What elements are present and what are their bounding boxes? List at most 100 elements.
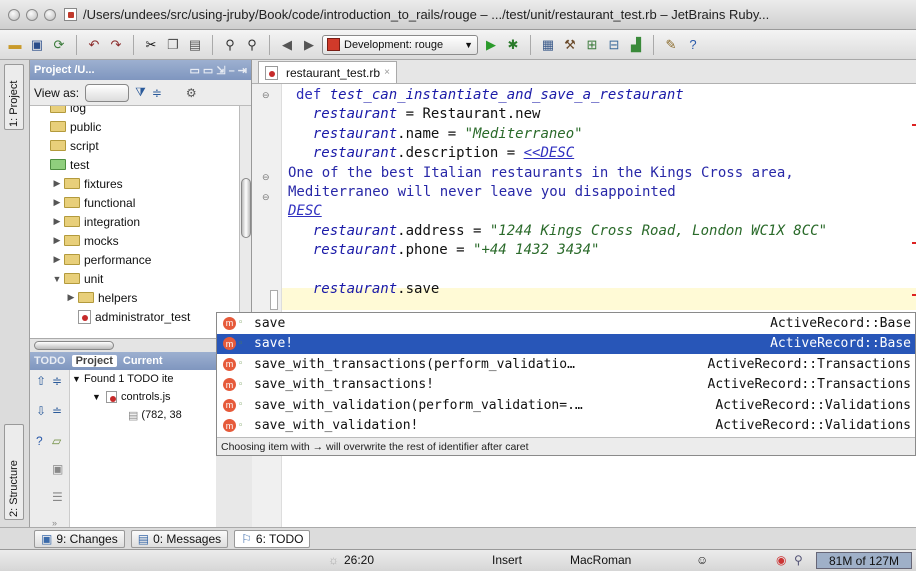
close-window-button[interactable]	[8, 8, 20, 21]
completion-item[interactable]: m ◦ save_with_transactions! ActiveRecord::T…	[217, 375, 915, 396]
undo-icon[interactable]: ↶	[85, 36, 103, 54]
fold-marker-icon[interactable]: ⊖	[262, 172, 270, 183]
previous-todo-icon[interactable]: ⇧	[36, 374, 46, 388]
code-line[interactable]	[288, 261, 827, 280]
inspector-icon[interactable]: ☺	[696, 553, 708, 567]
code-line[interactable]: Mediterraneo will never leave you disapp…	[288, 183, 827, 202]
bottom-tab[interactable]: ⚐ 6: TODO	[234, 529, 311, 548]
chevron-down-icon[interactable]: ▼	[50, 274, 64, 284]
settings-gear-icon[interactable]: ⚙	[186, 86, 197, 100]
code-line[interactable]: restaurant.description = <<DESC	[288, 144, 827, 163]
run-icon[interactable]: ▶	[482, 36, 500, 54]
completion-item[interactable]: m ◦ save_with_validation! ActiveRecord::Val…	[217, 416, 915, 437]
project-tree-item[interactable]: script	[30, 136, 240, 155]
forward-icon[interactable]: ▶	[300, 36, 318, 54]
memory-indicator[interactable]: 81M of 127M	[816, 552, 912, 569]
collapse-all-icon[interactable]: ≐	[52, 404, 62, 418]
back-icon[interactable]: ◀	[278, 36, 296, 54]
rake-icon[interactable]: ▟	[627, 36, 645, 54]
copy-icon[interactable]: ❐	[164, 36, 182, 54]
code-line[interactable]: DESC	[288, 202, 827, 221]
paste-icon[interactable]: ▤	[186, 36, 204, 54]
error-icon[interactable]: ◉	[776, 553, 786, 567]
diagram-icon[interactable]: ⊞	[583, 36, 601, 54]
scrollbar-thumb[interactable]	[241, 178, 251, 238]
code-editor[interactable]: restaurant_test.rb × ⊖ ⊖ ⊖ def test_can_…	[252, 60, 916, 527]
tab-project[interactable]: Project	[71, 355, 117, 367]
project-tool-tab[interactable]: 1: Project	[4, 64, 24, 130]
caret-position[interactable]: 26:20	[344, 553, 374, 567]
project-tree-item[interactable]: ▶ helpers	[30, 288, 240, 307]
fold-marker-icon[interactable]: ⊖	[262, 192, 270, 203]
bottom-tab[interactable]: ▣ 9: Changes	[34, 529, 125, 548]
generate-icon[interactable]: ✎	[662, 36, 680, 54]
project-tree-item[interactable]: ▶ fixtures	[30, 174, 240, 193]
project-tree-item[interactable]: log	[30, 106, 240, 117]
help-icon[interactable]: ?	[36, 434, 43, 448]
chevron-right-icon[interactable]: ▶	[64, 292, 78, 303]
completion-item[interactable]: m ◦ save! ActiveRecord::Base	[217, 333, 915, 354]
expand-all-icon[interactable]: ≑	[52, 374, 62, 388]
todo-item-row[interactable]: ▤ (782, 38	[72, 406, 182, 424]
database-icon[interactable]: ⊟	[605, 36, 623, 54]
group-by-icon[interactable]: ▱	[52, 434, 61, 448]
help-icon[interactable]: ?	[684, 36, 702, 54]
code-line[interactable]: restaurant.phone = "+44 1432 3434"	[288, 241, 827, 260]
error-marker[interactable]	[912, 242, 916, 244]
project-tree-item[interactable]: public	[30, 117, 240, 136]
close-tab-icon[interactable]: ×	[384, 67, 390, 78]
zoom-window-button[interactable]	[44, 8, 56, 21]
sync-icon[interactable]: ⟳	[50, 36, 68, 54]
project-tree-item[interactable]: ▶ integration	[30, 212, 240, 231]
redo-icon[interactable]: ↷	[107, 36, 125, 54]
code-line[interactable]: restaurant = Restaurant.new	[288, 105, 827, 124]
project-tree-item[interactable]: administrator_test	[30, 307, 240, 326]
next-todo-icon[interactable]: ⇩	[36, 404, 46, 418]
tab-todo[interactable]: TODO	[34, 355, 66, 367]
open-folder-icon[interactable]: ▬	[6, 36, 24, 54]
file-encoding[interactable]: MacRoman	[570, 553, 631, 567]
flatten-icon[interactable]: ☰	[52, 490, 63, 504]
chevron-right-icon[interactable]: ▶	[50, 216, 64, 227]
view-as-select[interactable]	[85, 83, 130, 102]
editor-tab-restaurant-test[interactable]: restaurant_test.rb ×	[258, 61, 397, 83]
run-configuration-select[interactable]: Development: rouge ▼	[322, 34, 478, 55]
insert-mode[interactable]: Insert	[492, 553, 522, 567]
lock-icon[interactable]: ⚲	[794, 553, 803, 567]
chevron-right-icon[interactable]: ▶	[50, 235, 64, 246]
code-line[interactable]: def test_can_instantiate_and_save_a_rest…	[288, 86, 827, 105]
todo-file-row[interactable]: ▼ controls.js	[72, 388, 182, 406]
todo-summary-row[interactable]: ▼ Found 1 TODO ite	[72, 370, 182, 388]
completion-item[interactable]: m ◦ save ActiveRecord::Base	[217, 313, 915, 334]
project-structure-icon[interactable]: ▦	[539, 36, 557, 54]
project-tree-item[interactable]: test	[30, 155, 240, 174]
code-line[interactable]: One of the best Italian restaurants in t…	[288, 164, 827, 183]
completion-item[interactable]: m ◦ save_with_transactions(perform_validat…	[217, 354, 915, 375]
scrollbar-thumb[interactable]	[34, 341, 114, 350]
tab-current[interactable]: Current	[123, 355, 163, 367]
code-line[interactable]: restaurant.name = "Mediterraneo"	[288, 125, 827, 144]
filter-icon[interactable]: ⧩	[135, 85, 146, 100]
fold-marker-icon[interactable]: ⊖	[262, 90, 270, 101]
project-tree-item[interactable]: ▶ performance	[30, 250, 240, 269]
debug-icon[interactable]: ✱	[504, 36, 522, 54]
code-text[interactable]: def test_can_instantiate_and_save_a_rest…	[288, 86, 827, 299]
chevron-right-icon[interactable]: ▶	[50, 254, 64, 265]
replace-icon[interactable]: ⚲	[243, 36, 261, 54]
save-icon[interactable]: ▣	[28, 36, 46, 54]
collapse-all-icon[interactable]: ≑	[152, 86, 162, 100]
cut-icon[interactable]: ✂	[142, 36, 160, 54]
minimize-window-button[interactable]	[26, 8, 38, 21]
find-icon[interactable]: ⚲	[221, 36, 239, 54]
bottom-tab[interactable]: ▤ 0: Messages	[130, 529, 229, 548]
error-marker[interactable]	[912, 124, 916, 126]
code-line[interactable]: restaurant.save	[288, 280, 827, 299]
chevron-right-icon[interactable]: ▶	[50, 178, 64, 189]
project-tree-item[interactable]: ▶ mocks	[30, 231, 240, 250]
structure-tool-tab[interactable]: 2: Structure	[4, 424, 24, 520]
chevron-right-icon[interactable]: ▶	[50, 197, 64, 208]
code-line[interactable]: restaurant.address = "1244 Kings Cross R…	[288, 222, 827, 241]
project-tree-item[interactable]: ▶ functional	[30, 193, 240, 212]
completion-item[interactable]: m ◦ save_with_validation(perform_validatio…	[217, 395, 915, 416]
project-tree-item[interactable]: ▼ unit	[30, 269, 240, 288]
